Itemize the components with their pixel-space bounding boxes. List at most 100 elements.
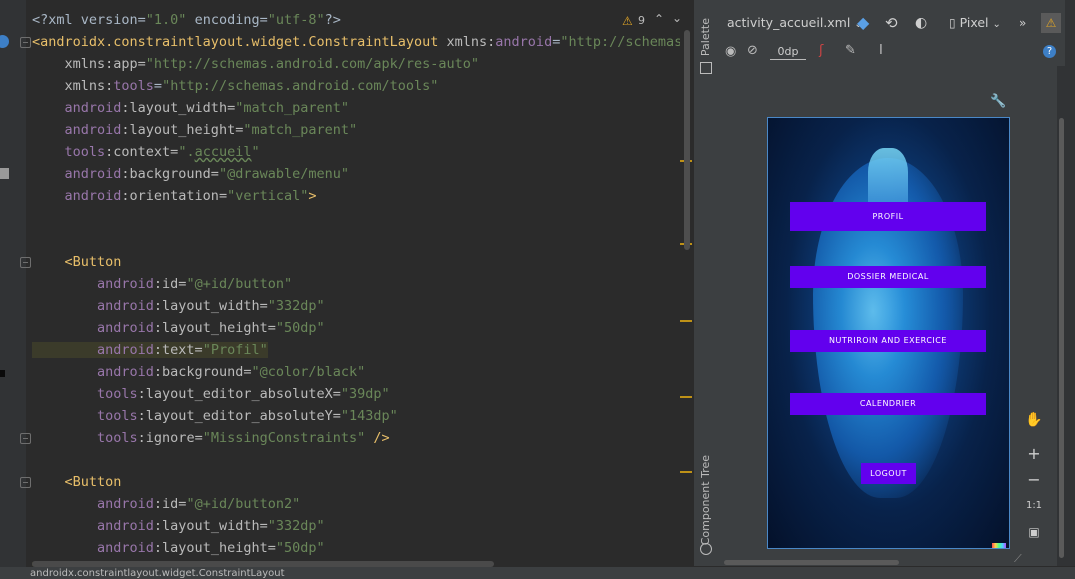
code-line[interactable]: <androidx.constraintlayout.widget.Constr… — [32, 31, 692, 53]
image-icon[interactable] — [0, 168, 9, 179]
code-token: <?xml version= — [32, 12, 146, 28]
left-gutter — [0, 0, 26, 579]
warning-icon[interactable]: ⚠ — [622, 14, 633, 28]
code-line[interactable]: android:layout_width="332dp" — [32, 515, 325, 537]
code-line[interactable]: android:layout_height="50dp" — [32, 537, 325, 559]
code-line[interactable]: android:id="@+id/button" — [32, 273, 292, 295]
code-line[interactable]: xmlns:tools="http://schemas.android.com/… — [32, 75, 439, 97]
code-line[interactable]: android:background="@drawable/menu" — [32, 163, 350, 185]
code-token: accueil — [194, 144, 252, 160]
code-line[interactable]: xmlns:app="http://schemas.android.com/ap… — [32, 53, 480, 75]
code-line[interactable]: tools:context=".accueil" — [32, 141, 260, 163]
code-line[interactable]: android:layout_height="match_parent" — [32, 119, 358, 141]
code-token: > — [308, 188, 317, 204]
code-token: android — [32, 122, 122, 138]
code-token: :layout_width= — [153, 518, 268, 534]
code-token: "1.0" — [145, 12, 187, 28]
code-token: android — [32, 496, 154, 512]
code-token: tools — [113, 78, 154, 94]
more-options-icon[interactable]: » — [1019, 8, 1026, 38]
code-token: tools — [32, 144, 106, 160]
fold-marker-icon[interactable] — [20, 477, 31, 488]
zoom-actual-size-button[interactable]: 1:1 — [1022, 494, 1046, 518]
code-token: :ignore= — [137, 430, 203, 446]
code-token: encoding= — [186, 12, 268, 28]
component-tree-icon[interactable] — [700, 543, 712, 555]
magnet-icon[interactable]: ⊘ — [747, 43, 758, 58]
layout-file-selector[interactable]: activity_accueil.xml ⌄ — [727, 8, 863, 38]
fold-marker-icon[interactable] — [20, 257, 31, 268]
code-line[interactable]: android:layout_height="50dp" — [32, 317, 325, 339]
code-token: <androidx.constraintlayout.widget.Constr… — [32, 34, 447, 50]
preview-button-nutrition[interactable]: NUTRIROIN AND EXERCICE — [790, 330, 986, 352]
orientation-icon[interactable]: ⟲ — [885, 8, 898, 38]
help-icon[interactable]: ? — [1043, 45, 1056, 58]
layout-preview[interactable]: PROFIL DOSSIER MEDICAL NUTRIROIN AND EXE… — [767, 117, 1010, 549]
warning-badge-icon[interactable]: ⚠ — [1041, 13, 1061, 33]
previous-highlight-icon[interactable]: ⌃ — [654, 12, 664, 26]
pan-hand-icon[interactable]: ✋ — [1022, 408, 1046, 432]
default-margin-field[interactable]: 0dp — [770, 45, 806, 60]
guidelines-icon[interactable]: I — [879, 43, 883, 58]
infer-constraints-icon[interactable]: ✎ — [845, 43, 856, 58]
code-token: "@drawable/menu" — [218, 166, 349, 182]
code-line[interactable]: android:layout_width="match_parent" — [32, 97, 350, 119]
code-line[interactable]: android:text="Profil" — [32, 339, 268, 361]
code-token: xmlns:app= — [32, 56, 146, 72]
palette-icon[interactable] — [700, 62, 712, 74]
code-token: <Button — [32, 474, 122, 490]
night-mode-icon[interactable]: ◐ — [915, 8, 927, 38]
preview-button-dossier-medical[interactable]: DOSSIER MEDICAL — [790, 266, 986, 288]
status-bar: androidx.constraintlayout.widget.Constra… — [0, 567, 1075, 579]
resize-grip-icon[interactable]: ⟋ — [1014, 552, 1022, 566]
code-line[interactable]: tools:layout_editor_absoluteX="39dp" — [32, 383, 390, 405]
code-token: "332dp" — [267, 518, 325, 534]
device-selector[interactable]: ▯ Pixel ⌄ — [949, 8, 1001, 38]
code-token: "http://schemas.ar — [560, 34, 692, 50]
wrench-icon[interactable]: 🔧 — [990, 94, 1006, 109]
code-line[interactable]: android:orientation="vertical"> — [32, 185, 317, 207]
code-line[interactable]: <Button — [32, 251, 122, 273]
code-line[interactable]: android:layout_width="332dp" — [32, 295, 325, 317]
design-horizontal-scrollbar[interactable] — [724, 560, 899, 565]
code-token: "50dp" — [275, 540, 325, 556]
code-token: "@+id/button2" — [186, 496, 301, 512]
clear-constraints-icon[interactable]: ʃ — [819, 43, 823, 58]
code-token: /> — [365, 430, 390, 446]
code-token: :layout_height= — [153, 320, 276, 336]
code-line[interactable]: android:id="@+id/button2" — [32, 493, 300, 515]
zoom-fit-icon[interactable]: ▣ — [1022, 520, 1046, 544]
tool-window-strip: Palette Component Tree — [693, 0, 718, 566]
code-token: "MissingConstraints" — [202, 430, 366, 446]
status-text: androidx.constraintlayout.widget.Constra… — [30, 568, 285, 579]
next-highlight-icon[interactable]: ⌄ — [672, 11, 682, 25]
code-token: ?> — [324, 12, 341, 28]
component-tree-tab[interactable]: Component Tree — [699, 455, 712, 545]
code-token: "vertical" — [227, 188, 309, 204]
code-editor[interactable]: <?xml version="1.0" encoding="utf-8"?> <a… — [26, 0, 692, 566]
code-token: android — [495, 34, 553, 50]
editor-vertical-scrollbar[interactable] — [684, 30, 690, 250]
eye-icon[interactable]: ◉ — [725, 44, 736, 59]
palette-tab[interactable]: Palette — [699, 18, 712, 56]
code-token: :orientation= — [121, 188, 228, 204]
code-line[interactable]: <?xml version="1.0" encoding="utf-8"?> — [32, 9, 341, 31]
zoom-out-button[interactable]: − — [1022, 468, 1046, 492]
code-token: "http://schemas.android.com/tools" — [162, 78, 439, 94]
code-line[interactable]: tools:layout_editor_absoluteY="143dp" — [32, 405, 398, 427]
rainbow-swatch — [992, 543, 1006, 548]
preview-button-logout[interactable]: LOGOUT — [861, 463, 916, 484]
code-line[interactable]: android:background="@color/black" — [32, 361, 365, 383]
zoom-in-button[interactable]: + — [1022, 442, 1046, 466]
code-line[interactable]: <Button — [32, 471, 122, 493]
design-scroll-thumb[interactable] — [1059, 118, 1064, 558]
constraint-toolbar: ◉ ⊘ 0dp ʃ ✎ I ? — [717, 40, 1075, 67]
fold-marker-icon[interactable] — [20, 433, 31, 444]
fold-marker-icon[interactable] — [20, 37, 31, 48]
code-line[interactable]: tools:ignore="MissingConstraints" /> — [32, 427, 390, 449]
preview-button-profil[interactable]: PROFIL — [790, 202, 986, 231]
phone-icon: ▯ — [949, 16, 956, 30]
code-token: android — [32, 188, 122, 204]
design-surface-icon[interactable]: ◆ — [857, 8, 869, 38]
preview-button-calendrier[interactable]: CALENDRIER — [790, 393, 986, 415]
